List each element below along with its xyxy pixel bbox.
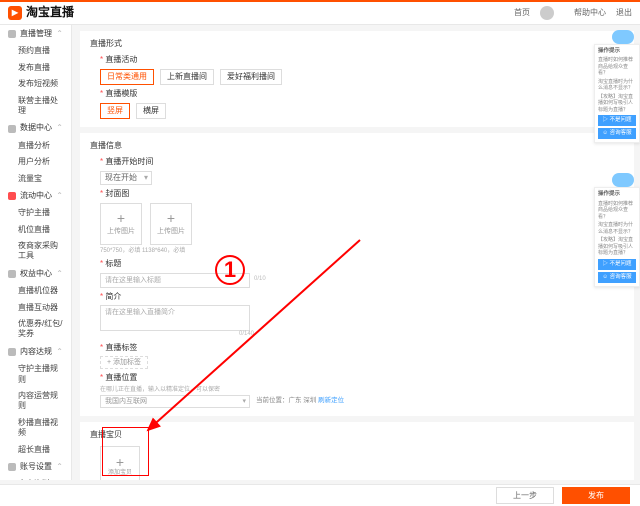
opt-activity[interactable]: 日常类通用: [100, 69, 154, 85]
loc-note: 在哪儿正在直播，输入以精准定位，可以保密: [100, 387, 624, 395]
intro-count: 0/140: [104, 331, 254, 339]
sidebar-sec-flow[interactable]: 流动中心⌃: [0, 187, 71, 205]
nav-help[interactable]: 帮助中心: [574, 8, 606, 18]
sidebar-item[interactable]: 发布直播: [0, 60, 71, 76]
label-title: 标题: [100, 259, 624, 269]
opt-activity[interactable]: 上新直播间: [160, 69, 214, 85]
help-column: 操作提示 直播时如何推荐商品给观众查看？ 淘宝直播时为什么消息不显示？ 【攻略】…: [594, 30, 640, 287]
help-contact-button[interactable]: ☺ 咨询客服: [598, 272, 636, 283]
sidebar-item[interactable]: 机位直播: [0, 222, 71, 238]
label-starttime: 直播开始时间: [100, 157, 624, 167]
select-starttime[interactable]: 现在开始: [100, 171, 152, 185]
help-not-issue-button[interactable]: ▷ 不是问题: [598, 115, 636, 126]
plus-icon: +: [167, 211, 175, 225]
sidebar: 直播管理⌃ 预约直播 发布直播 发布短视频 联营主播处理 数据中心⌃ 直播分析 …: [0, 25, 72, 480]
label-tag: 直播标签: [100, 343, 624, 353]
label-cover: 封面图: [100, 189, 624, 199]
cover-note: 750*750，必填 1138*640，必填: [100, 248, 624, 256]
logo-icon: ▶: [8, 6, 22, 20]
opt-scene[interactable]: 竖屏: [100, 103, 130, 119]
sidebar-item[interactable]: 联营主播处理: [0, 93, 71, 120]
help-card: 操作提示 直播时如何推荐商品给观众查看？ 淘宝直播时为什么消息不显示？ 【攻略】…: [594, 44, 640, 143]
help-cloud-icon: [612, 173, 634, 187]
title-count: 0/10: [254, 276, 266, 284]
card-info: 直播信息 直播开始时间 现在开始 封面图 +上传图片 +上传图片 750*750…: [80, 133, 634, 416]
textarea-intro[interactable]: 请在这里输入直播简介: [100, 305, 250, 331]
prev-button[interactable]: 上一步: [496, 487, 554, 504]
label-location: 直播位置: [100, 373, 624, 383]
opt-scene[interactable]: 横屏: [136, 103, 166, 119]
sidebar-sec-compliance[interactable]: 内容达规⌃: [0, 343, 71, 361]
sidebar-item[interactable]: 秒播直播视频: [0, 415, 71, 442]
sidebar-sec-live[interactable]: 直播管理⌃: [0, 25, 71, 43]
label-intro: 简介: [100, 292, 624, 302]
help-contact-button[interactable]: ☺ 咨询客服: [598, 128, 636, 139]
help-card: 操作提示 直播时如何推荐商品给观众查看？ 淘宝直播时为什么消息不显示？ 【攻略】…: [594, 187, 640, 286]
logo: ▶ 淘宝直播: [8, 5, 74, 21]
add-product-button[interactable]: + 添加宝贝: [100, 446, 140, 480]
sidebar-item[interactable]: 直播互动器: [0, 300, 71, 316]
sidebar-item[interactable]: 用户分析: [0, 154, 71, 170]
sidebar-sec-account[interactable]: 账号设置⌃: [0, 458, 71, 476]
sidebar-item[interactable]: 守护主播规则: [0, 361, 71, 388]
bottombar: 上一步 发布: [0, 484, 640, 506]
avatar[interactable]: [540, 6, 554, 20]
refresh-location-link[interactable]: 刷新定位: [318, 397, 344, 404]
sidebar-item[interactable]: 守护主播: [0, 205, 71, 221]
sidebar-item[interactable]: 发布短视频: [0, 76, 71, 92]
select-location[interactable]: 我国内互联网: [100, 395, 250, 408]
label-activity: 直播活动: [100, 55, 624, 65]
submit-button[interactable]: 发布: [562, 487, 630, 504]
loc-current: 当前位置：广东 深圳 刷新定位: [256, 397, 344, 405]
opt-activity[interactable]: 爱好福利播间: [220, 69, 282, 85]
help-cloud-icon: [612, 30, 634, 44]
upload-cover-1[interactable]: +上传图片: [100, 203, 142, 245]
input-title[interactable]: 请在这里输入标题: [100, 273, 250, 288]
sidebar-item[interactable]: 内容运营规则: [0, 388, 71, 415]
plus-icon: +: [117, 211, 125, 225]
nav-home[interactable]: 首页: [514, 8, 530, 18]
main-content: 直播形式 直播活动 日常类通用 上新直播间 爱好福利播间 直播模版 竖屏 横屏 …: [72, 25, 640, 480]
sidebar-item[interactable]: 个人资料: [0, 476, 71, 480]
help-not-issue-button[interactable]: ▷ 不是问题: [598, 259, 636, 270]
sidebar-item[interactable]: 直播分析: [0, 138, 71, 154]
plus-icon: +: [116, 455, 124, 469]
card-pocket: 直播宝贝 + 添加宝贝: [80, 422, 634, 480]
label-scene: 直播模版: [100, 89, 624, 99]
sidebar-sec-rights[interactable]: 权益中心⌃: [0, 265, 71, 283]
sidebar-item[interactable]: 夜商家采购工具: [0, 238, 71, 265]
sidebar-item[interactable]: 流量宝: [0, 171, 71, 187]
card-title: 直播信息: [90, 141, 624, 151]
card-format: 直播形式 直播活动 日常类通用 上新直播间 爱好福利播间 直播模版 竖屏 横屏: [80, 31, 634, 127]
add-tag-button[interactable]: + 添加标签: [100, 356, 148, 369]
sidebar-item[interactable]: 预约直播: [0, 43, 71, 59]
logo-text: 淘宝直播: [26, 5, 74, 21]
sidebar-item[interactable]: 优惠券/红包/奖券: [0, 316, 71, 343]
topbar: ▶ 淘宝直播 首页 帮助中心 退出: [0, 2, 640, 25]
card-title: 直播宝贝: [90, 430, 624, 440]
sidebar-sec-data[interactable]: 数据中心⌃: [0, 119, 71, 137]
card-title: 直播形式: [90, 39, 624, 49]
upload-cover-2[interactable]: +上传图片: [150, 203, 192, 245]
sidebar-item[interactable]: 超长直播: [0, 442, 71, 458]
sidebar-item[interactable]: 直播机位器: [0, 283, 71, 299]
nav-logout[interactable]: 退出: [616, 8, 632, 18]
